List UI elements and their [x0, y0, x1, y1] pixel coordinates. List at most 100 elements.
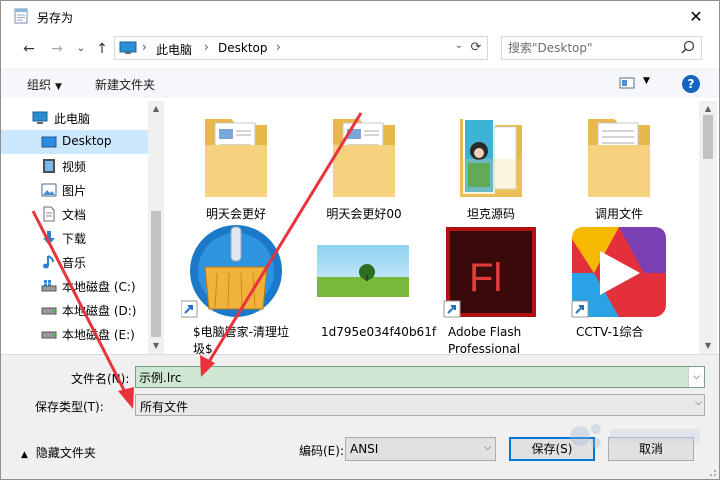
caret-down-icon[interactable]: ▼ [643, 76, 650, 86]
sidebar-scrollbar[interactable]: ▲ ▼ [148, 101, 164, 354]
folder-icon [205, 119, 267, 197]
file-name: 1d795e034f40b61f [321, 325, 437, 339]
chevron-right-icon: › [276, 40, 281, 54]
filename-field[interactable]: ⌵ [135, 366, 705, 388]
sidebar-item-pictures[interactable]: 图片 [1, 178, 148, 202]
file-name: CCTV-1综合 [576, 325, 644, 339]
window-title: 另存为 [37, 11, 74, 25]
content-scrollbar[interactable]: ▲ ▼ [699, 101, 717, 354]
encoding-label: 编码(E): [299, 444, 344, 458]
hide-folders-toggle[interactable]: ▲ 隐藏文件夹 [21, 444, 96, 461]
address-dropdown-icon[interactable]: ⌄ [455, 40, 463, 51]
cctv-app-icon [571, 227, 666, 318]
new-folder-button[interactable]: 新建文件夹 [95, 76, 155, 93]
help-icon[interactable]: ? [682, 75, 700, 93]
video-icon [43, 159, 55, 173]
file-item[interactable]: 1d795e034f40b61f [309, 223, 437, 343]
scroll-down-icon[interactable]: ▼ [150, 341, 162, 351]
sidebar-item-label: 文档 [62, 208, 87, 222]
folder-icon [588, 119, 650, 197]
scroll-up-icon[interactable]: ▲ [150, 104, 162, 114]
search-icon [681, 40, 695, 54]
filename-input[interactable] [139, 369, 679, 385]
address-bar[interactable]: › 此电脑 › Desktop › ⌄ ⟳ [114, 36, 488, 60]
file-name: 坦克源码 [466, 207, 515, 221]
breadcrumb-this-pc[interactable]: 此电脑 [156, 41, 192, 58]
broom-cleaner-icon [181, 225, 282, 318]
title-bar[interactable]: 另存为 ✕ [1, 1, 719, 32]
windows-drive-icon [41, 280, 57, 292]
refresh-icon[interactable]: ⟳ [467, 39, 485, 57]
scroll-thumb[interactable] [151, 211, 161, 337]
arrow-up-icon: ↑ [96, 41, 108, 57]
scroll-down-icon[interactable]: ▼ [702, 341, 714, 350]
scroll-thumb[interactable] [703, 115, 713, 159]
close-icon: ✕ [689, 7, 703, 26]
music-icon [43, 255, 54, 269]
file-name: 明天会更好 [205, 207, 266, 221]
arrow-right-icon: → [51, 41, 63, 57]
chevron-down-icon: ⌵ [695, 398, 702, 408]
sidebar-item-label: 图片 [62, 184, 87, 198]
file-name: Adobe Flash Professional [448, 325, 522, 354]
documents-icon [43, 206, 55, 222]
up-button[interactable]: ↑ [92, 39, 112, 59]
sidebar-item-desktop[interactable]: Desktop [1, 130, 148, 154]
file-item[interactable]: CCTV-1综合 [564, 223, 674, 343]
folder-icon [333, 119, 395, 197]
resize-grip-icon[interactable] [707, 467, 717, 477]
file-item[interactable]: $电脑管家-清理垃圾$ [181, 223, 291, 354]
save-as-dialog: 另存为 ✕ ← → ⌄ ↑ › 此电脑 › Desktop › ⌄ ⟳ 组织▼ … [0, 0, 720, 480]
search-input[interactable] [508, 40, 678, 56]
chevron-right-icon: › [204, 40, 209, 54]
file-item[interactable]: 调用文件 [564, 105, 674, 225]
drive-icon [41, 307, 57, 315]
file-item[interactable]: 明天会更好00 [309, 105, 419, 225]
file-name: 明天会更好00 [326, 207, 402, 221]
pc-icon [119, 41, 137, 54]
caret-down-icon: ▼ [55, 82, 62, 92]
filetype-select[interactable]: 所有文件 ⌵ [135, 394, 705, 416]
organize-menu[interactable]: 组织 ▼ [27, 76, 62, 93]
file-list: 明天会更好 明天会更好00 坦克源码 调用文件 $电脑管家-清理垃圾$ 1d79… [164, 101, 699, 354]
sidebar-item-downloads[interactable]: 下载 [1, 226, 148, 250]
sidebar-item-label: 此电脑 [54, 112, 91, 126]
breadcrumb-desktop[interactable]: Desktop [218, 41, 268, 55]
recent-locations-button[interactable]: ⌄ [71, 39, 91, 59]
filetype-label: 保存类型(T): [35, 400, 104, 414]
filename-label: 文件名(N): [71, 372, 130, 386]
encoding-select[interactable]: ANSI ⌵ [345, 437, 496, 461]
pc-icon [32, 111, 48, 124]
sidebar-item-this-pc[interactable]: 此电脑 [1, 106, 148, 130]
forward-button[interactable]: → [47, 39, 67, 59]
sidebar-item-drive-d[interactable]: 本地磁盘 (D:) [1, 298, 148, 322]
sidebar-item-documents[interactable]: 文档 [1, 202, 148, 226]
sidebar-item-label: 本地磁盘 (D:) [62, 304, 137, 318]
sidebar-item-video[interactable]: 视频 [1, 154, 148, 178]
watermark-logo [570, 424, 700, 448]
svg-text:Fl: Fl [469, 256, 502, 300]
scroll-up-icon[interactable]: ▲ [702, 104, 714, 113]
sidebar-item-drive-e[interactable]: 本地磁盘 (E:) [1, 322, 148, 346]
file-name: 调用文件 [594, 207, 643, 221]
sidebar-item-label: 本地磁盘 (E:) [62, 328, 135, 342]
view-mode-icon[interactable] [619, 76, 635, 90]
file-item[interactable]: 坦克源码 [436, 105, 546, 225]
desktop-icon [41, 136, 57, 148]
file-item[interactable]: Fl Adobe Flash Professional [436, 223, 546, 354]
chevron-down-icon: ⌄ [76, 43, 86, 54]
sidebar-item-drive-c[interactable]: 本地磁盘 (C:) [1, 274, 148, 298]
filetype-value: 所有文件 [140, 400, 189, 414]
chevron-right-icon: › [142, 40, 147, 54]
back-button[interactable]: ← [19, 39, 39, 59]
navigation-pane: 此电脑 Desktop 视频 图片 文档 下载 音乐 本地磁盘 (C:) 本地磁… [1, 101, 164, 354]
chevron-down-icon[interactable]: ⌵ [688, 367, 704, 387]
save-options-panel: 文件名(N): ⌵ 保存类型(T): 所有文件 ⌵ ▲隐藏文件夹 编码(E): … [1, 354, 719, 479]
sidebar-item-label: 下载 [62, 232, 87, 246]
sidebar-item-music[interactable]: 音乐 [1, 250, 148, 274]
sidebar-item-label: 本地磁盘 (C:) [62, 280, 136, 294]
notepad-icon [14, 8, 28, 24]
close-button[interactable]: ✕ [673, 1, 719, 32]
search-box[interactable] [501, 36, 702, 60]
file-item[interactable]: 明天会更好 [181, 105, 291, 225]
